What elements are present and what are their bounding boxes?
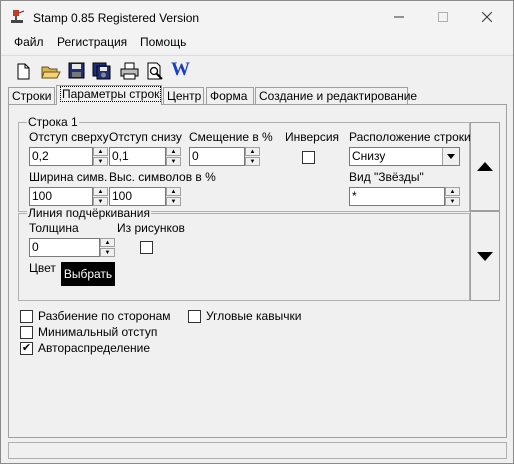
position-select-value: Снизу [352,149,386,163]
arrow-down-icon [477,251,493,261]
open-folder-icon[interactable] [41,62,61,80]
spin-up-icon[interactable]: ▲ [93,187,108,196]
auto-distribution-checkbox[interactable]: ✔ [20,342,33,355]
min-indent-checkbox[interactable] [20,326,33,339]
print-icon[interactable] [120,62,140,80]
spin-down-icon[interactable]: ▼ [93,197,108,206]
tab-row-parameters[interactable]: Параметры строк [56,85,162,105]
tab-rows-label: Строки [12,89,52,103]
offset-label: Смещение в % [189,130,273,144]
angle-quotes-label: Угловые кавычки [206,309,302,323]
spin-down-icon[interactable]: ▼ [166,197,181,206]
save-icon[interactable] [67,62,87,80]
indent-bottom-input[interactable]: 0,1 [109,147,166,166]
move-down-button[interactable] [470,211,500,301]
thickness-stepper[interactable]: ▲ ▼ [100,238,115,257]
arrow-up-icon [477,162,493,171]
split-sides-checkbox[interactable] [20,310,33,323]
char-height-stepper[interactable]: ▲ ▼ [166,187,181,206]
offset-input[interactable]: 0 [189,147,245,166]
char-height-label: Выс. символов в % [109,170,216,184]
minimize-button[interactable] [379,3,419,31]
from-pictures-label: Из рисунков [117,221,185,235]
min-indent-label: Минимальный отступ [38,325,158,339]
from-pictures-checkbox[interactable] [140,241,153,254]
toolbar: W [1,55,513,86]
spin-up-icon[interactable]: ▲ [100,238,115,247]
menu-registration[interactable]: Регистрация [57,35,127,49]
title-bar: Stamp 0.85 Registered Version [1,1,513,33]
menu-bar: Файл Регистрация Помощь [1,33,513,53]
choose-color-button[interactable]: Выбрать [61,262,115,286]
word-icon[interactable]: W [171,60,190,80]
save-all-icon[interactable] [92,62,112,80]
underline-group: Линия подчёркивания [18,206,470,301]
tab-form[interactable]: Форма [206,87,254,104]
spin-up-icon[interactable]: ▲ [245,147,260,156]
app-window: Stamp 0.85 Registered Version Файл Регис… [0,0,514,464]
move-up-button[interactable] [470,122,500,211]
tab-center[interactable]: Центр [163,87,204,104]
spin-down-icon[interactable]: ▼ [100,248,115,257]
spin-down-icon[interactable]: ▼ [445,197,460,206]
angle-quotes-checkbox[interactable] [188,310,201,323]
char-height-input[interactable]: 100 [109,187,166,206]
char-width-input[interactable]: 100 [29,187,93,206]
checkmark-icon: ✔ [21,342,32,354]
tab-row-parameters-label: Параметры строк [60,86,162,102]
spin-up-icon[interactable]: ▲ [445,187,460,196]
row-group-title: Строка 1 [27,115,79,129]
indent-bottom-stepper[interactable]: ▲ ▼ [166,147,181,166]
spin-up-icon[interactable]: ▲ [166,147,181,156]
indent-top-label: Отступ сверху [29,130,109,144]
status-bar [8,442,507,459]
position-label: Расположение строки [349,130,471,144]
app-stamp-icon [11,10,25,23]
maximize-icon [438,12,448,22]
char-width-label: Ширина симв. [29,170,108,184]
char-width-stepper[interactable]: ▲ ▼ [93,187,108,206]
dropdown-arrow-icon[interactable] [442,148,459,165]
menu-file[interactable]: Файл [14,35,44,49]
spin-down-icon[interactable]: ▼ [93,157,108,166]
position-select[interactable]: Снизу [349,147,460,166]
tab-form-label: Форма [210,89,248,103]
spin-down-icon[interactable]: ▼ [166,157,181,166]
tab-panel: Строка 1 Отступ сверху 0,2 ▲ ▼ Отступ сни… [8,104,507,438]
print-preview-icon[interactable] [145,62,165,80]
close-icon [482,12,492,22]
tab-rows[interactable]: Строки [8,87,55,104]
spin-up-icon[interactable]: ▲ [166,187,181,196]
maximize-button[interactable] [423,3,463,31]
inversion-checkbox[interactable] [302,151,315,164]
indent-top-stepper[interactable]: ▲ ▼ [93,147,108,166]
new-file-icon[interactable] [14,62,34,80]
close-button[interactable] [467,3,507,31]
indent-bottom-label: Отступ снизу [109,130,182,144]
thickness-input[interactable]: 0 [29,238,100,257]
stars-label: Вид "Звёзды" [349,170,424,184]
underline-group-title: Линия подчёркивания [27,206,151,220]
tab-create-edit[interactable]: Создание и редактирование [255,87,417,104]
thickness-label: Толщина [29,221,79,235]
menu-help[interactable]: Помощь [140,35,186,49]
tab-create-edit-label: Создание и редактирование [259,89,418,103]
tab-center-label: Центр [167,89,202,103]
stars-input[interactable]: * [349,187,445,206]
stars-stepper[interactable]: ▲ ▼ [445,187,460,206]
window-title: Stamp 0.85 Registered Version [33,11,200,25]
spin-up-icon[interactable]: ▲ [93,147,108,156]
color-label: Цвет [29,261,56,275]
inversion-label: Инверсия [285,130,340,144]
split-sides-label: Разбиение по сторонам [38,309,171,323]
offset-stepper[interactable]: ▲ ▼ [245,147,260,166]
minimize-icon [394,16,404,18]
indent-top-input[interactable]: 0,2 [29,147,93,166]
spin-down-icon[interactable]: ▼ [245,157,260,166]
auto-distribution-label: Автораспределение [38,341,151,355]
